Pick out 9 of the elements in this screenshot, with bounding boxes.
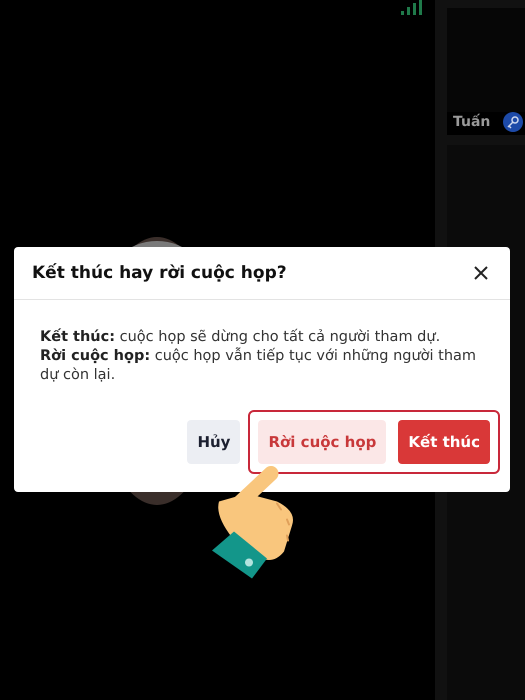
dialog-title: Kết thúc hay rời cuộc họp? <box>32 263 287 283</box>
participant-name: Tuấn <box>453 114 490 130</box>
signal-icon <box>401 0 423 15</box>
cancel-button[interactable]: Hủy <box>187 420 240 464</box>
key-icon <box>503 112 523 132</box>
message-text: Rời cuộc họp: cuộc họp vẫn tiếp tục với những người tham dự còn lại. <box>40 347 478 385</box>
leave-button[interactable]: Rời cuộc họp <box>258 420 386 464</box>
message-text: Kết thúc: cuộc họp sẽ dừng cho tất cả người tham dự. <box>40 328 442 347</box>
end-button[interactable]: Kết thúc <box>398 420 490 464</box>
